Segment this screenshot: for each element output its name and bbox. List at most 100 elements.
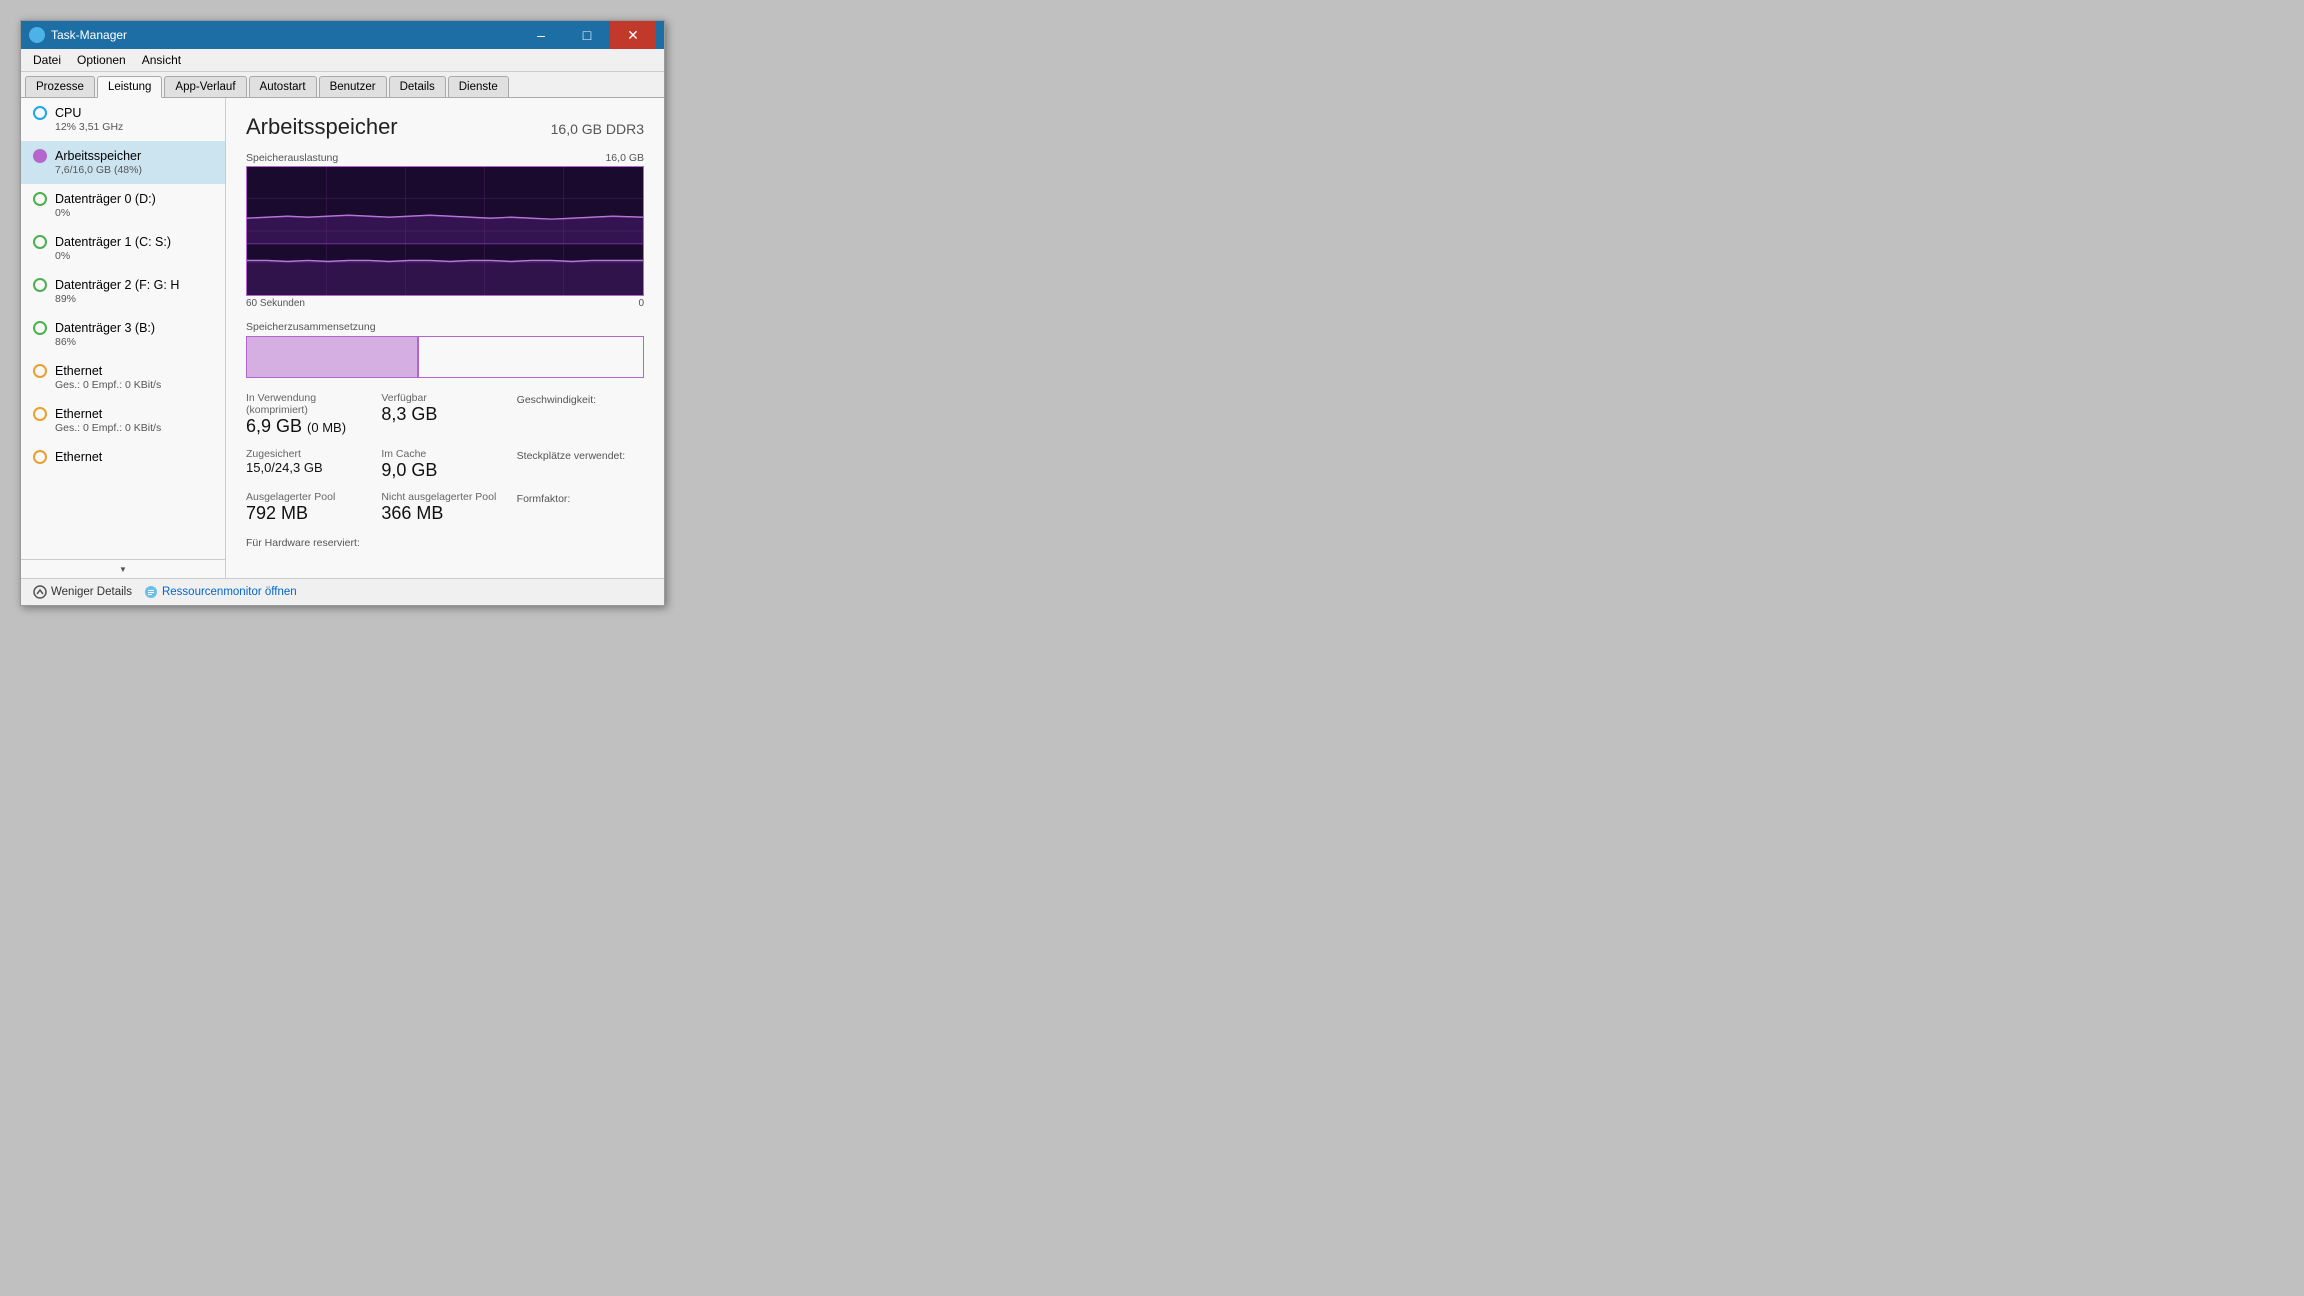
mem-cached-segment xyxy=(419,337,643,377)
datentraeger3-subtitle: 86% xyxy=(55,336,213,348)
datentraeger2-subtitle: 89% xyxy=(55,293,213,305)
stat-geschwindigkeit: Geschwindigkeit: xyxy=(517,392,644,438)
stat-im-cache-label: Im Cache xyxy=(381,448,508,460)
arbeitsspeicher-dot xyxy=(33,149,47,163)
stat-zugesichert-label: Zugesichert xyxy=(246,448,373,460)
stat-verfugbar-label: Verfügbar xyxy=(381,392,508,404)
sidebar: CPU 12% 3,51 GHz Arbeitsspeicher 7,6/16,… xyxy=(21,98,226,578)
main-panel: Arbeitsspeicher 16,0 GB DDR3 Speicheraus… xyxy=(226,98,664,578)
datentraeger2-title: Datenträger 2 (F: G: H xyxy=(55,278,179,292)
task-manager-window: Task-Manager – □ ✕ Datei Optionen Ansich… xyxy=(20,20,665,606)
stat-ausgelagerter-pool-value: 792 MB xyxy=(246,503,373,525)
stat-hardware-reserviert-label: Für Hardware reserviert: xyxy=(246,537,509,549)
stat-formfaktor: Formfaktor: xyxy=(517,491,644,525)
tab-leistung[interactable]: Leistung xyxy=(97,76,162,98)
sidebar-item-arbeitsspeicher-header: Arbeitsspeicher xyxy=(33,149,213,163)
stat-steckplatze-label: Steckplätze verwendet: xyxy=(517,450,644,462)
stat-im-cache: Im Cache 9,0 GB xyxy=(381,448,508,482)
menu-ansicht[interactable]: Ansicht xyxy=(134,51,189,69)
datentraeger3-title: Datenträger 3 (B:) xyxy=(55,321,155,335)
ethernet1-subtitle: Ges.: 0 Empf.: 0 KBit/s xyxy=(55,379,213,391)
window-title: Task-Manager xyxy=(51,28,518,42)
sidebar-item-ethernet1-header: Ethernet xyxy=(33,364,213,378)
maximize-button[interactable]: □ xyxy=(564,21,610,49)
datentraeger0-title: Datenträger 0 (D:) xyxy=(55,192,156,206)
tab-details[interactable]: Details xyxy=(389,76,446,97)
tab-prozesse[interactable]: Prozesse xyxy=(25,76,95,97)
sidebar-scroll[interactable]: CPU 12% 3,51 GHz Arbeitsspeicher 7,6/16,… xyxy=(21,98,225,559)
sidebar-item-arbeitsspeicher[interactable]: Arbeitsspeicher 7,6/16,0 GB (48%) xyxy=(21,141,225,184)
tab-app-verlauf[interactable]: App-Verlauf xyxy=(164,76,246,97)
sidebar-item-ethernet2[interactable]: Ethernet Ges.: 0 Empf.: 0 KBit/s xyxy=(21,399,225,442)
ethernet1-dot xyxy=(33,364,47,378)
datentraeger3-dot xyxy=(33,321,47,335)
stat-nicht-ausgelagerter-pool-value: 366 MB xyxy=(381,503,508,525)
composition-label: Speicherzusammensetzung xyxy=(246,321,644,333)
arbeitsspeicher-title: Arbeitsspeicher xyxy=(55,149,141,163)
sidebar-item-ethernet1[interactable]: Ethernet Ges.: 0 Empf.: 0 KBit/s xyxy=(21,356,225,399)
main-panel-header: Arbeitsspeicher 16,0 GB DDR3 xyxy=(246,114,644,140)
memory-chart-svg xyxy=(247,167,643,295)
cpu-title: CPU xyxy=(55,106,81,120)
resource-monitor-label: Ressourcenmonitor öffnen xyxy=(162,586,297,598)
sidebar-item-datentraeger0-header: Datenträger 0 (D:) xyxy=(33,192,213,206)
sidebar-item-datentraeger0[interactable]: Datenträger 0 (D:) 0% xyxy=(21,184,225,227)
main-spec: 16,0 GB DDR3 xyxy=(551,121,644,137)
ethernet2-title: Ethernet xyxy=(55,407,102,421)
stat-zugesichert: Zugesichert 15,0/24,3 GB xyxy=(246,448,373,482)
tab-benutzer[interactable]: Benutzer xyxy=(319,76,387,97)
graph-time-left: 60 Sekunden xyxy=(246,298,305,309)
close-button[interactable]: ✕ xyxy=(610,21,656,49)
sidebar-item-cpu-header: CPU xyxy=(33,106,213,120)
graph-label-left: Speicherauslastung xyxy=(246,152,338,164)
sidebar-item-ethernet3-header: Ethernet xyxy=(33,450,213,464)
less-details-button[interactable]: Weniger Details xyxy=(33,585,132,599)
menu-bar: Datei Optionen Ansicht xyxy=(21,49,664,72)
resource-monitor-icon xyxy=(144,585,158,599)
ethernet2-dot xyxy=(33,407,47,421)
graph-label-row: Speicherauslastung 16,0 GB xyxy=(246,152,644,164)
sidebar-item-datentraeger2-header: Datenträger 2 (F: G: H xyxy=(33,278,213,292)
window-controls: – □ ✕ xyxy=(518,21,656,49)
ethernet2-subtitle: Ges.: 0 Empf.: 0 KBit/s xyxy=(55,422,213,434)
stat-steckplatze: Steckplätze verwendet: xyxy=(517,448,644,482)
cpu-subtitle: 12% 3,51 GHz xyxy=(55,121,213,133)
stat-nicht-ausgelagerter-pool: Nicht ausgelagerter Pool 366 MB xyxy=(381,491,508,525)
tab-autostart[interactable]: Autostart xyxy=(249,76,317,97)
title-bar: Task-Manager – □ ✕ xyxy=(21,21,664,49)
less-details-label: Weniger Details xyxy=(51,586,132,598)
ethernet3-title: Ethernet xyxy=(55,450,102,464)
sidebar-item-datentraeger2[interactable]: Datenträger 2 (F: G: H 89% xyxy=(21,270,225,313)
footer-bar: Weniger Details Ressourcenmonitor öffnen xyxy=(21,578,664,605)
sidebar-item-ethernet3[interactable]: Ethernet xyxy=(21,442,225,472)
sidebar-item-datentraeger3[interactable]: Datenträger 3 (B:) 86% xyxy=(21,313,225,356)
graph-time-right: 0 xyxy=(638,298,644,309)
menu-datei[interactable]: Datei xyxy=(25,51,69,69)
stat-in-verwendung-label: In Verwendung (komprimiert) xyxy=(246,392,373,416)
arbeitsspeicher-subtitle: 7,6/16,0 GB (48%) xyxy=(55,164,213,176)
datentraeger1-title: Datenträger 1 (C: S:) xyxy=(55,235,171,249)
stat-in-verwendung-value: 6,9 GB (0 MB) xyxy=(246,416,373,438)
stat-nicht-ausgelagerter-pool-label: Nicht ausgelagerter Pool xyxy=(381,491,508,503)
sidebar-scroll-down[interactable]: ▼ xyxy=(21,559,225,578)
stat-verfugbar-value: 8,3 GB xyxy=(381,404,508,426)
datentraeger0-dot xyxy=(33,192,47,206)
memory-composition-bar xyxy=(246,336,644,378)
graph-time-labels: 60 Sekunden 0 xyxy=(246,298,644,309)
stat-formfaktor-label: Formfaktor: xyxy=(517,493,644,505)
menu-optionen[interactable]: Optionen xyxy=(69,51,134,69)
resource-monitor-link[interactable]: Ressourcenmonitor öffnen xyxy=(144,585,297,599)
sidebar-item-datentraeger3-header: Datenträger 3 (B:) xyxy=(33,321,213,335)
datentraeger1-dot xyxy=(33,235,47,249)
ethernet1-title: Ethernet xyxy=(55,364,102,378)
minimize-button[interactable]: – xyxy=(518,21,564,49)
stats-grid: In Verwendung (komprimiert) 6,9 GB (0 MB… xyxy=(246,392,644,549)
sidebar-item-datentraeger1[interactable]: Datenträger 1 (C: S:) 0% xyxy=(21,227,225,270)
stat-hardware-reserviert: Für Hardware reserviert: xyxy=(246,535,509,549)
memory-graph xyxy=(246,166,644,296)
ethernet3-dot xyxy=(33,450,47,464)
tab-dienste[interactable]: Dienste xyxy=(448,76,509,97)
sidebar-item-cpu[interactable]: CPU 12% 3,51 GHz xyxy=(21,98,225,141)
stat-im-cache-value: 9,0 GB xyxy=(381,460,508,482)
content-area: CPU 12% 3,51 GHz Arbeitsspeicher 7,6/16,… xyxy=(21,98,664,578)
